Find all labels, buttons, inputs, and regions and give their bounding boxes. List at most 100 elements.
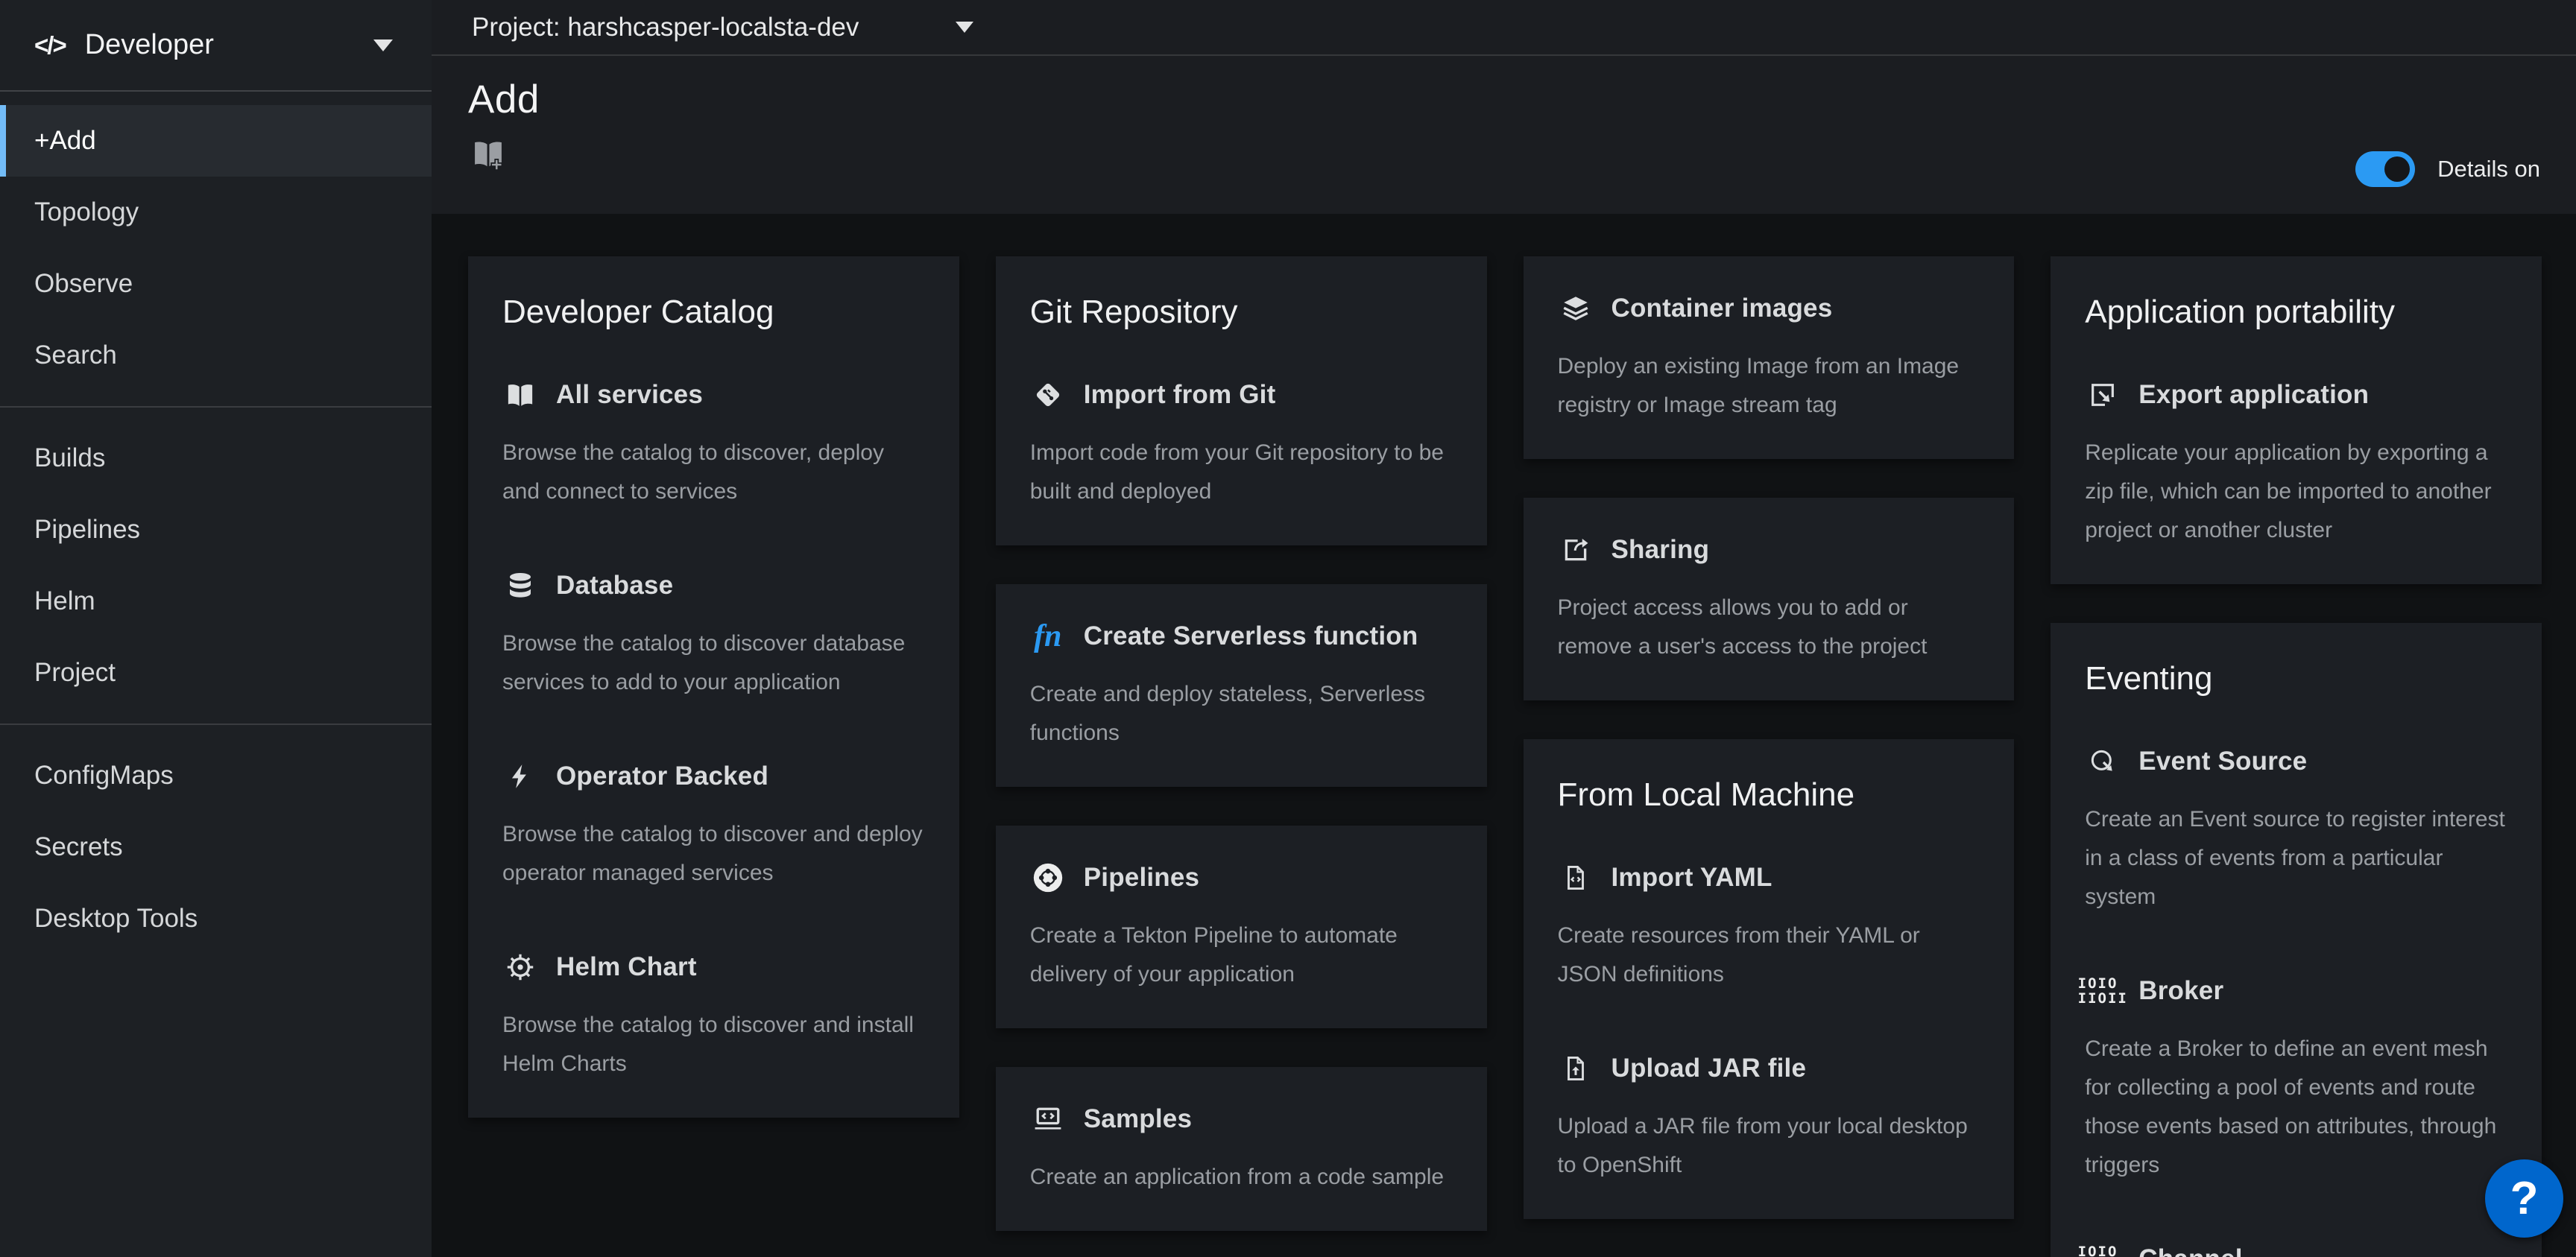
helm-wheel-icon (502, 949, 538, 985)
item-description: Create an application from a code sample (1030, 1158, 1453, 1197)
item-title: Import from Git (1084, 380, 1276, 410)
item-description: Upload a JAR file from your local deskto… (1558, 1107, 1980, 1185)
book-open-icon (502, 377, 538, 413)
broker-item[interactable]: IOIOIIOII Broker Create a Broker to defi… (2085, 973, 2507, 1185)
item-description: Browse the catalog to discover, deploy a… (502, 434, 925, 511)
card-title: Eventing (2085, 660, 2507, 697)
card-title: Developer Catalog (502, 294, 925, 331)
git-repository-card: Git Repository Import from Git (996, 256, 1487, 545)
item-title: Pipelines (1084, 863, 1199, 893)
item-title: Channel (2138, 1244, 2242, 1257)
event-source-item[interactable]: Event Source Create an Event source to r… (2085, 744, 2507, 916)
operator-backed-item[interactable]: Operator Backed Browse the catalog to di… (502, 759, 925, 893)
card-title: Application portability (2085, 294, 2507, 331)
project-selector[interactable]: Project: harshcasper-localsta-dev (472, 13, 973, 42)
create-serverless-function-item[interactable]: fn Create Serverless function Create and… (1030, 618, 1453, 753)
card-column-4: Application portability Export applicati… (2051, 256, 2542, 1257)
sidebar-item-pipelines[interactable]: Pipelines (0, 494, 432, 566)
sidebar-item-desktop-tools[interactable]: Desktop Tools (0, 883, 432, 954)
file-upload-icon (1558, 1051, 1594, 1086)
broker-binary-icon: IOIOIIOII (2085, 973, 2121, 1009)
git-icon (1030, 377, 1066, 413)
item-title: All services (556, 380, 703, 410)
card-column-3: Container images Deploy an existing Imag… (1524, 256, 2015, 1257)
details-toggle-label: Details on (2437, 156, 2540, 183)
page-header: Add Details on (432, 56, 2576, 214)
page-title: Add (468, 77, 2542, 122)
from-local-machine-card: From Local Machine Import YAML Create re (1524, 739, 2015, 1219)
pipelines-item[interactable]: Pipelines Create a Tekton Pipeline to au… (1030, 860, 1453, 994)
item-description: Create an Event source to register inter… (2085, 800, 2507, 916)
container-images-item[interactable]: Container images Deploy an existing Imag… (1558, 291, 1980, 425)
all-services-item[interactable]: All services Browse the catalog to disco… (502, 377, 925, 511)
code-icon: </> (34, 31, 66, 60)
export-icon (2085, 377, 2121, 413)
pipelines-card: Pipelines Create a Tekton Pipeline to au… (996, 826, 1487, 1028)
item-title: Database (556, 571, 673, 601)
sidebar-item-builds[interactable]: Builds (0, 422, 432, 494)
container-images-card: Container images Deploy an existing Imag… (1524, 256, 2015, 459)
item-description: Replicate your application by exporting … (2085, 434, 2507, 550)
eventing-card: Eventing Event Source Create an Event so (2051, 623, 2542, 1257)
sidebar-nav: +Add Topology Observe Search Builds Pipe… (0, 92, 432, 954)
item-title: Broker (2138, 976, 2223, 1006)
item-title: Export application (2138, 380, 2369, 410)
item-title: Upload JAR file (1611, 1054, 1807, 1083)
import-from-git-item[interactable]: Import from Git Import code from your Gi… (1030, 377, 1453, 511)
project-selector-label: Project: harshcasper-localsta-dev (472, 13, 859, 42)
import-yaml-item[interactable]: Import YAML Create resources from their … (1558, 860, 1980, 994)
event-source-icon (2085, 744, 2121, 779)
application-portability-card: Application portability Export applicati… (2051, 256, 2542, 584)
sidebar-item-topology[interactable]: Topology (0, 177, 432, 248)
details-toggle[interactable] (2355, 151, 2415, 187)
book-plus-icon (470, 136, 507, 173)
card-title: Git Repository (1030, 294, 1453, 331)
helm-chart-item[interactable]: Helm Chart Browse the catalog to discove… (502, 949, 925, 1083)
item-title: Event Source (2138, 747, 2307, 776)
item-title: Create Serverless function (1084, 621, 1418, 651)
export-application-item[interactable]: Export application Replicate your applic… (2085, 377, 2507, 550)
sidebar-divider (0, 406, 432, 408)
channel-binary-icon: IOIOIIOII (2085, 1241, 2121, 1257)
item-description: Browse the catalog to discover and insta… (502, 1006, 925, 1083)
quick-starts-button[interactable] (468, 134, 508, 174)
card-column-2: Git Repository Import from Git (996, 256, 1487, 1257)
item-description: Create a Tekton Pipeline to automate del… (1030, 916, 1453, 994)
toggle-knob-icon (2384, 156, 2410, 182)
project-bar: Project: harshcasper-localsta-dev (432, 0, 2576, 56)
help-button[interactable]: ? (2485, 1159, 2563, 1238)
sidebar-item-secrets[interactable]: Secrets (0, 811, 432, 883)
item-title: Samples (1084, 1104, 1192, 1134)
share-icon (1558, 532, 1594, 568)
item-title: Sharing (1611, 535, 1710, 565)
channel-item[interactable]: IOIOIIOII Channel Create a Knative Chann… (2085, 1241, 2507, 1257)
details-toggle-group: Details on (2355, 151, 2540, 187)
samples-item[interactable]: Samples Create an application from a cod… (1030, 1101, 1453, 1197)
sidebar-divider (0, 724, 432, 725)
item-title: Helm Chart (556, 952, 697, 982)
database-item[interactable]: Database Browse the catalog to discover … (502, 568, 925, 702)
item-description: Browse the catalog to discover and deplo… (502, 815, 925, 893)
sidebar-item-add[interactable]: +Add (0, 105, 432, 177)
add-page-content: Developer Catalog All services Browse th… (432, 214, 2576, 1257)
main-area: Project: harshcasper-localsta-dev Add De… (432, 0, 2576, 1257)
caret-down-icon (956, 22, 973, 33)
caret-down-icon (373, 39, 393, 51)
card-column-1: Developer Catalog All services Browse th… (468, 256, 959, 1257)
question-mark-icon: ? (2510, 1172, 2539, 1225)
item-description: Browse the catalog to discover database … (502, 624, 925, 702)
sidebar-item-helm[interactable]: Helm (0, 566, 432, 637)
upload-jar-file-item[interactable]: Upload JAR file Upload a JAR file from y… (1558, 1051, 1980, 1185)
sharing-item[interactable]: Sharing Project access allows you to add… (1558, 532, 1980, 666)
sidebar-item-configmaps[interactable]: ConfigMaps (0, 740, 432, 811)
laptop-code-icon (1030, 1101, 1066, 1137)
item-title: Operator Backed (556, 762, 768, 791)
perspective-switcher[interactable]: </> Developer (0, 0, 432, 92)
perspective-label: Developer (85, 29, 214, 61)
item-title: Container images (1611, 294, 1833, 323)
database-icon (502, 568, 538, 604)
sidebar-item-project[interactable]: Project (0, 637, 432, 709)
file-code-icon (1558, 860, 1594, 896)
sidebar-item-observe[interactable]: Observe (0, 248, 432, 320)
sidebar-item-search[interactable]: Search (0, 320, 432, 391)
